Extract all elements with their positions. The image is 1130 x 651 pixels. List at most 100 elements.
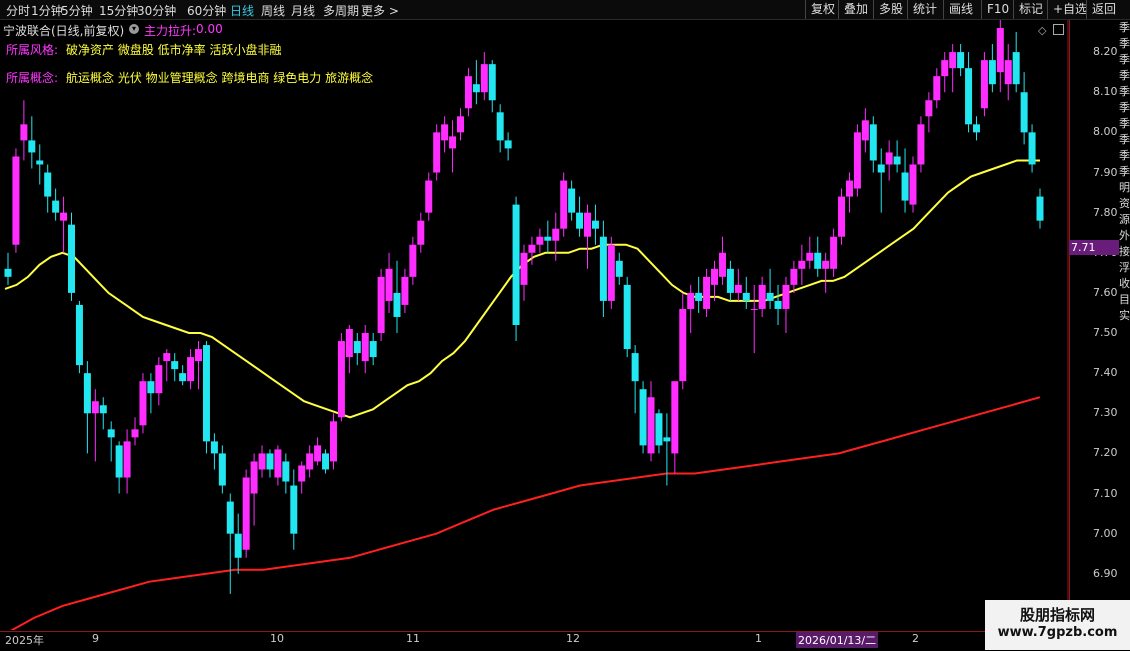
- strip-char: 接: [1119, 245, 1130, 258]
- toolbar-button-0[interactable]: 复权: [805, 0, 840, 19]
- candle-body: [115, 445, 123, 478]
- candle-body: [528, 244, 536, 253]
- tab-1[interactable]: 1分钟: [31, 2, 63, 19]
- price-tick: 6.90: [1093, 566, 1118, 580]
- candle-body: [758, 284, 766, 309]
- price-tick: 7.10: [1093, 486, 1118, 500]
- candle-body: [972, 124, 980, 133]
- price-tick: 7.90: [1093, 165, 1118, 179]
- candle-body: [44, 172, 52, 197]
- tab-6[interactable]: 日线: [230, 2, 254, 19]
- candle-body: [909, 164, 917, 205]
- candle-body: [750, 308, 758, 310]
- candle-body: [210, 441, 218, 454]
- toolbar-button-6[interactable]: 标记: [1013, 0, 1048, 19]
- tab-0[interactable]: 分时: [6, 2, 30, 19]
- date-tick: 2025年: [5, 634, 44, 647]
- candle-body: [536, 236, 544, 245]
- strip-char: 浮: [1119, 261, 1130, 274]
- toolbar-button-8[interactable]: 返回: [1086, 0, 1121, 19]
- candle-body: [893, 156, 901, 165]
- tab-5[interactable]: 60分钟: [187, 2, 226, 19]
- price-tick: 7.40: [1093, 366, 1118, 380]
- date-tick: 12: [566, 632, 580, 645]
- candle-body: [107, 429, 115, 438]
- candle-body: [885, 152, 893, 165]
- tab-2[interactable]: 5分钟: [61, 2, 93, 19]
- candle-body: [472, 84, 480, 93]
- strip-char: 季: [1119, 69, 1130, 82]
- candlestick-chart[interactable]: [0, 20, 1069, 630]
- candle-body: [131, 429, 139, 438]
- price-tick: 7.20: [1093, 446, 1118, 460]
- strip-char: 季: [1119, 149, 1130, 162]
- candle-body: [425, 180, 433, 213]
- candle-body: [877, 164, 885, 173]
- candle-body: [456, 116, 464, 133]
- date-axis: [0, 631, 1069, 651]
- date-tick: 9: [92, 632, 99, 645]
- candle-body: [155, 365, 163, 394]
- candle-body: [838, 196, 846, 237]
- toolbar-button-1[interactable]: 叠加: [838, 0, 873, 19]
- candle-body: [266, 453, 274, 470]
- date-tick: 10: [270, 632, 284, 645]
- candle-body: [988, 60, 996, 85]
- candle-body: [703, 276, 711, 309]
- candle-body: [782, 284, 790, 309]
- candle-body: [599, 236, 607, 301]
- tab-7[interactable]: 周线: [261, 2, 285, 19]
- candle-body: [1036, 196, 1044, 221]
- candle-body: [544, 236, 552, 241]
- candle-body: [75, 304, 83, 366]
- tab-4[interactable]: 30分钟: [137, 2, 176, 19]
- candle-body: [941, 60, 949, 77]
- candle-body: [957, 52, 965, 69]
- toolbar-button-2[interactable]: 多股: [873, 0, 908, 19]
- candle-body: [1028, 132, 1036, 165]
- price-axis: 8.208.108.007.907.807.707.607.507.407.30…: [1069, 20, 1120, 630]
- tab-9[interactable]: 多周期: [323, 2, 359, 19]
- candle-body: [774, 300, 782, 309]
- candle-body: [409, 244, 417, 277]
- candle-body: [766, 292, 774, 301]
- toolbar-button-5[interactable]: F10: [981, 0, 1014, 19]
- candle-body: [99, 405, 107, 414]
- candle-body: [433, 132, 441, 173]
- candle-body: [965, 68, 973, 125]
- candle-body: [441, 124, 449, 141]
- candle-body: [4, 268, 12, 277]
- candle-body: [798, 260, 806, 269]
- date-tick: 2: [912, 632, 919, 645]
- price-tick: 7.60: [1093, 285, 1118, 299]
- strip-char: 收: [1119, 277, 1130, 290]
- candle-body: [718, 252, 726, 277]
- candle-body: [806, 252, 814, 261]
- candle-body: [393, 292, 401, 317]
- candle-body: [83, 373, 91, 414]
- candle-body: [258, 453, 266, 470]
- candle-body: [568, 188, 576, 213]
- tab-3[interactable]: 15分钟: [99, 2, 138, 19]
- candle-body: [711, 268, 719, 285]
- candle-body: [830, 236, 838, 269]
- candle-body: [790, 268, 798, 285]
- strip-char: 季: [1119, 165, 1130, 178]
- candle-body: [377, 276, 385, 334]
- candle-body: [933, 76, 941, 101]
- tab-10[interactable]: 更多 >: [361, 2, 399, 19]
- watermark-logo: 股朋指标网 www.7gpzb.com: [985, 600, 1130, 650]
- candle-body: [687, 292, 695, 309]
- candle-body: [917, 124, 925, 165]
- toolbar-button-3[interactable]: 统计: [907, 0, 942, 19]
- candle-body: [12, 156, 20, 245]
- candle-body: [385, 268, 393, 301]
- tab-8[interactable]: 月线: [291, 2, 315, 19]
- strip-char: 目: [1119, 293, 1130, 306]
- toolbar-button-4[interactable]: 画线: [943, 0, 978, 19]
- price-tick: 7.50: [1093, 326, 1118, 340]
- candle-body: [980, 60, 988, 109]
- candle-body: [314, 445, 322, 462]
- candle-body: [464, 76, 472, 109]
- candle-body: [195, 349, 203, 362]
